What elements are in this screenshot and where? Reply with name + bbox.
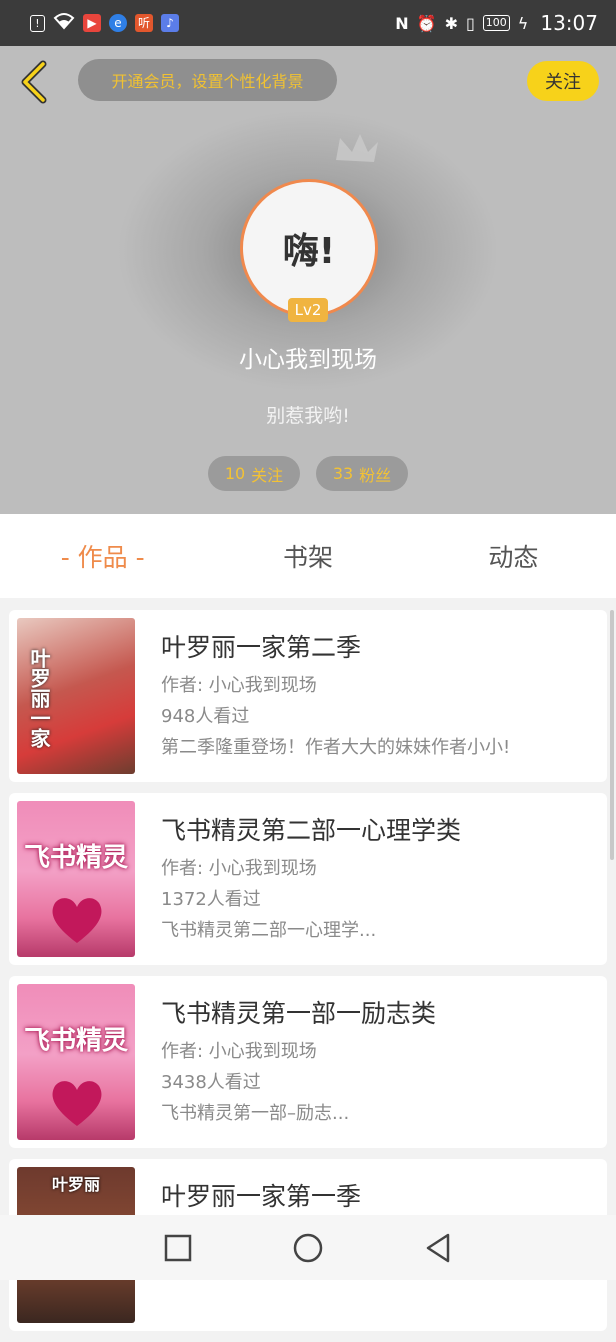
fans-count-button[interactable]: 33 粉丝: [316, 456, 408, 491]
avatar-text: 嗨!: [282, 231, 336, 272]
level-badge: Lv2: [288, 298, 328, 322]
vibrate-icon: ▯: [465, 13, 475, 33]
video-app-icon: ▶: [83, 14, 101, 32]
cover-title: 叶罗丽: [51, 1175, 100, 1194]
work-cover: 飞书精灵: [17, 984, 135, 1140]
cover-title: 飞书精灵: [23, 1026, 128, 1056]
heart-book-icon: [52, 1081, 102, 1126]
recents-square-icon: [164, 1234, 192, 1261]
work-card[interactable]: 飞书精灵 飞书精灵第二部一心理学类 作者: 小心我到现场 1372人看过 飞书精…: [9, 793, 607, 965]
back-triangle-icon: [426, 1233, 450, 1262]
back-nav-button[interactable]: [416, 1226, 460, 1270]
cover-title: 叶罗丽一家: [27, 648, 51, 748]
work-views: 948人看过: [161, 706, 250, 727]
work-card[interactable]: 叶罗丽一家 叶罗丽一家第二季 作者: 小心我到现场 948人看过 第二季隆重登场…: [9, 610, 607, 782]
following-count: 10: [224, 464, 246, 483]
work-author: 作者: 小心我到现场: [161, 858, 317, 879]
fans-count: 33: [332, 464, 354, 483]
user-bio: 别惹我哟!: [266, 405, 350, 427]
vip-background-prompt[interactable]: 开通会员，设置个性化背景: [78, 59, 337, 101]
following-label: 关注: [251, 465, 284, 485]
tab-bookshelf[interactable]: 书架: [205, 538, 410, 574]
follow-button[interactable]: 关注: [527, 61, 599, 101]
notification-icon: !: [30, 14, 45, 32]
work-description: 第二季隆重登场！作者大大的妹妹作者小小!: [161, 737, 511, 758]
scrollbar[interactable]: [610, 610, 614, 860]
work-title: 叶罗丽一家第二季: [161, 633, 362, 662]
profile-tabs: - 作品 - 书架 动态: [0, 514, 616, 598]
work-title: 飞书精灵第一部一励志类: [161, 999, 437, 1028]
work-title: 飞书精灵第二部一心理学类: [161, 816, 462, 845]
user-nickname: 小心我到现场: [239, 347, 377, 373]
browser-app-icon: e: [109, 14, 127, 32]
alarm-icon: ⏰: [416, 13, 437, 33]
crown-icon: [336, 134, 378, 162]
status-right-icons: N ⏰ ✱ ▯ 100 ϟ 13:07: [395, 11, 598, 35]
listen-app-icon: 听: [135, 14, 153, 32]
work-description: 飞书精灵第一部–励志...: [161, 1103, 350, 1124]
profile-header: 开通会员，设置个性化背景 关注 嗨! Lv2 小心我到现场 别惹我哟! 10 关…: [0, 46, 616, 514]
heart-book-icon: [52, 898, 102, 943]
charging-icon: ϟ: [517, 13, 529, 33]
work-author: 作者: 小心我到现场: [161, 675, 317, 696]
tab-activity[interactable]: 动态: [411, 538, 616, 574]
work-views: 1372人看过: [161, 889, 261, 910]
status-time: 13:07: [540, 11, 598, 35]
home-button[interactable]: [286, 1226, 330, 1270]
work-views: 3438人看过: [161, 1072, 261, 1093]
recents-button[interactable]: [156, 1226, 200, 1270]
chevron-left-icon: [21, 60, 47, 104]
wifi-icon: [53, 12, 75, 35]
work-cover: 叶罗丽一家: [17, 618, 135, 774]
following-count-button[interactable]: 10 关注: [208, 456, 300, 491]
work-description: 飞书精灵第二部一心理学...: [161, 920, 377, 941]
work-card[interactable]: 飞书精灵 飞书精灵第一部一励志类 作者: 小心我到现场 3438人看过 飞书精灵…: [9, 976, 607, 1148]
work-title: 叶罗丽一家第一季: [161, 1182, 362, 1211]
back-button[interactable]: [14, 58, 54, 106]
bluetooth-icon: ✱: [444, 13, 458, 33]
work-cover: 飞书精灵: [17, 801, 135, 957]
status-bar: ! ▶ e 听 ♪ N ⏰ ✱ ▯ 100 ϟ 13:07: [0, 0, 616, 46]
status-left-icons: ! ▶ e 听 ♪: [30, 12, 179, 35]
work-author: 作者: 小心我到现场: [161, 1041, 317, 1062]
music-app-icon: ♪: [161, 14, 179, 32]
tab-works[interactable]: - 作品 -: [0, 538, 205, 574]
fans-label: 粉丝: [359, 465, 392, 485]
avatar[interactable]: 嗨!: [240, 179, 378, 317]
nfc-icon: N: [395, 13, 409, 33]
cover-title: 飞书精灵: [23, 843, 128, 873]
battery-icon: 100: [482, 15, 510, 31]
system-nav-bar: [0, 1215, 616, 1280]
home-circle-icon: [293, 1233, 323, 1262]
